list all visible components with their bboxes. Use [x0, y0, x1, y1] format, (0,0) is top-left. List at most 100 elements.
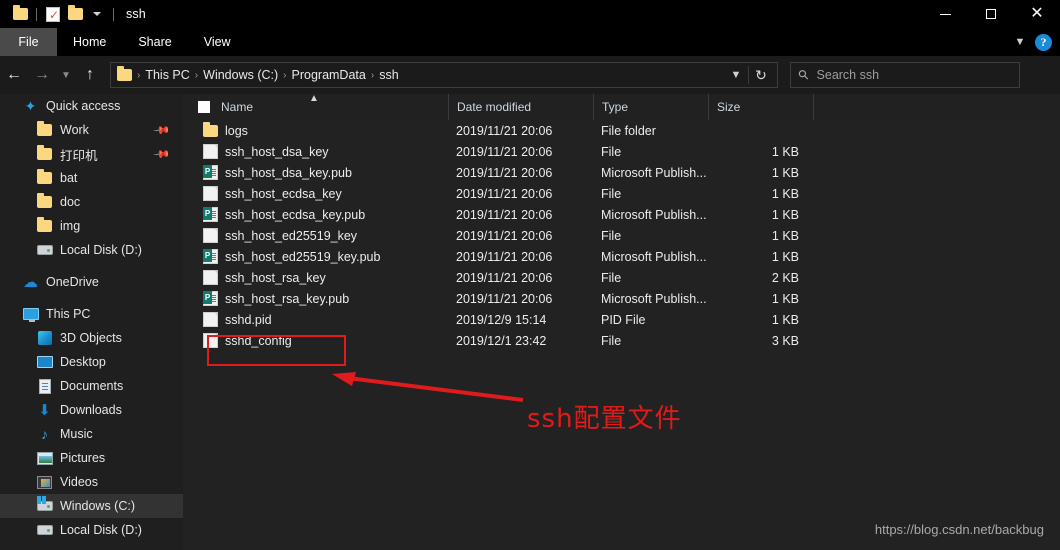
- file-name-cell[interactable]: logs: [183, 121, 448, 138]
- sidebar-item-label: bat: [60, 171, 78, 185]
- breadcrumb-windows-c[interactable]: Windows (C:): [199, 68, 282, 82]
- forward-arrow-icon[interactable]: →: [28, 60, 56, 90]
- file-size-label: 1 KB: [771, 165, 799, 180]
- file-size-label: 3 KB: [771, 333, 799, 348]
- file-name-cell[interactable]: ssh_host_ed25519_key: [183, 228, 448, 243]
- new-folder-icon[interactable]: [64, 3, 86, 25]
- videos-icon: [36, 474, 53, 491]
- table-row[interactable]: ssh_host_dsa_key 2019/11/21 20:06 File 1…: [183, 141, 1060, 162]
- table-row[interactable]: sshd.pid 2019/12/9 15:14 PID File 1 KB: [183, 309, 1060, 330]
- sidebar-item-quick-access[interactable]: ✦ Quick access: [0, 94, 183, 118]
- recent-locations-caret-icon[interactable]: ▼: [56, 60, 76, 90]
- publisher-file-icon: [203, 165, 218, 180]
- file-name-cell[interactable]: ssh_host_ecdsa_key.pub: [183, 207, 448, 222]
- table-row[interactable]: logs 2019/11/21 20:06 File folder: [183, 120, 1060, 141]
- address-dropdown-icon[interactable]: ▼: [725, 63, 747, 87]
- pin-icon[interactable]: 📌: [153, 121, 172, 139]
- tab-view[interactable]: View: [188, 28, 247, 56]
- sidebar-item-pictures[interactable]: Pictures: [0, 446, 183, 470]
- 3d-objects-icon: [36, 330, 53, 347]
- close-button[interactable]: ✕: [1014, 0, 1060, 28]
- file-name-cell[interactable]: ssh_host_ed25519_key.pub: [183, 249, 448, 264]
- documents-icon: [36, 378, 53, 395]
- sidebar-item-label: OneDrive: [46, 275, 99, 289]
- search-box[interactable]: ⚲ Search ssh: [790, 62, 1020, 88]
- address-bar[interactable]: › This PC › Windows (C:) › ProgramData ›…: [110, 62, 778, 88]
- column-header-name[interactable]: Name: [183, 94, 448, 120]
- file-name-cell[interactable]: sshd.pid: [183, 312, 448, 327]
- sidebar-item-this-pc[interactable]: This PC: [0, 302, 183, 326]
- file-name-cell[interactable]: ssh_host_dsa_key: [183, 144, 448, 159]
- file-name-cell[interactable]: ssh_host_rsa_key: [183, 270, 448, 285]
- sidebar-item-bat[interactable]: bat: [0, 166, 183, 190]
- tab-file[interactable]: File: [0, 28, 57, 56]
- sidebar-item-label: 打印机: [60, 148, 98, 163]
- file-size-label: 1 KB: [771, 228, 799, 243]
- column-header-size[interactable]: Size: [708, 94, 813, 120]
- file-name-cell[interactable]: sshd_config: [183, 333, 448, 348]
- table-row[interactable]: ssh_host_ed25519_key.pub 2019/11/21 20:0…: [183, 246, 1060, 267]
- sidebar-item-local-disk-d[interactable]: Local Disk (D:): [0, 518, 183, 542]
- up-arrow-icon[interactable]: ↑: [76, 60, 104, 90]
- back-arrow-icon[interactable]: ←: [0, 60, 28, 90]
- column-header-type[interactable]: Type: [593, 94, 708, 120]
- folder-icon[interactable]: [9, 3, 31, 25]
- sidebar-item-img[interactable]: img: [0, 214, 183, 238]
- sidebar-item-label: Quick access: [46, 99, 121, 113]
- file-name-cell[interactable]: ssh_host_dsa_key.pub: [183, 165, 448, 180]
- breadcrumb-programdata[interactable]: ProgramData: [288, 68, 370, 82]
- table-row-sshd-config[interactable]: sshd_config 2019/12/1 23:42 File 3 KB: [183, 330, 1060, 351]
- table-row[interactable]: ssh_host_ecdsa_key.pub 2019/11/21 20:06 …: [183, 204, 1060, 225]
- tab-home[interactable]: Home: [57, 28, 122, 56]
- sidebar-item-printer[interactable]: 打印机 📌: [0, 142, 183, 166]
- sidebar-item-label: Videos: [60, 475, 98, 489]
- file-name-label: ssh_host_ecdsa_key: [225, 186, 342, 201]
- column-header-date-modified[interactable]: Date modified: [448, 94, 593, 120]
- sidebar-item-onedrive[interactable]: ☁ OneDrive: [0, 270, 183, 294]
- breadcrumb: › This PC › Windows (C:) › ProgramData ›…: [136, 68, 403, 82]
- breadcrumb-ssh[interactable]: ssh: [375, 68, 402, 82]
- file-type-cell: Microsoft Publish...: [601, 207, 707, 222]
- sidebar-item-3d-objects[interactable]: 3D Objects: [0, 326, 183, 350]
- file-name-cell[interactable]: ssh_host_ecdsa_key: [183, 186, 448, 201]
- file-explorer-window: ✓ ssh ✕ File Home Share View ▼ ? ← → ▼ ↑…: [0, 0, 1060, 550]
- sidebar-item-local-disk-d-quick[interactable]: Local Disk (D:): [0, 238, 183, 262]
- star-icon: ✦: [24, 97, 37, 114]
- sidebar-item-videos[interactable]: Videos: [0, 470, 183, 494]
- sidebar-item-desktop[interactable]: Desktop: [0, 350, 183, 374]
- breadcrumb-this-pc[interactable]: This PC: [141, 68, 193, 82]
- table-row[interactable]: ssh_host_ecdsa_key 2019/11/21 20:06 File…: [183, 183, 1060, 204]
- column-header-filler: [813, 94, 1060, 120]
- table-row[interactable]: ssh_host_ed25519_key 2019/11/21 20:06 Fi…: [183, 225, 1060, 246]
- pin-icon[interactable]: 📌: [153, 145, 172, 163]
- computer-icon: [22, 306, 39, 323]
- search-input[interactable]: Search ssh: [817, 68, 880, 82]
- tab-share[interactable]: Share: [122, 28, 187, 56]
- customize-qat-caret-icon[interactable]: [86, 3, 108, 25]
- maximize-button[interactable]: [968, 0, 1014, 28]
- file-type-cell: Microsoft Publish...: [601, 165, 707, 180]
- sidebar-item-label: Documents: [60, 379, 124, 393]
- help-icon[interactable]: ?: [1035, 33, 1052, 51]
- file-size-label: 1 KB: [771, 249, 799, 264]
- file-name-cell[interactable]: ssh_host_rsa_key.pub: [183, 291, 448, 306]
- table-row[interactable]: ssh_host_rsa_key.pub 2019/11/21 20:06 Mi…: [183, 288, 1060, 309]
- publisher-file-icon: [203, 291, 218, 306]
- sidebar-item-label: Music: [60, 427, 93, 441]
- folder-icon: [36, 121, 53, 139]
- minimize-button[interactable]: [922, 0, 968, 28]
- table-row[interactable]: ssh_host_dsa_key.pub 2019/11/21 20:06 Mi…: [183, 162, 1060, 183]
- sidebar-item-music[interactable]: ♪ Music: [0, 422, 183, 446]
- sidebar-item-work[interactable]: Work 📌: [0, 118, 183, 142]
- chevron-down-icon[interactable]: ▼: [1007, 28, 1033, 56]
- sidebar-item-downloads[interactable]: ⬇ Downloads: [0, 398, 183, 422]
- sidebar-item-documents[interactable]: Documents: [0, 374, 183, 398]
- refresh-icon[interactable]: ↻: [749, 63, 773, 87]
- sidebar-item-doc[interactable]: doc: [0, 190, 183, 214]
- sidebar-item-label: Local Disk (D:): [60, 523, 142, 537]
- sidebar-item-windows-c[interactable]: Windows (C:): [0, 494, 183, 518]
- table-row[interactable]: ssh_host_rsa_key 2019/11/21 20:06 File 2…: [183, 267, 1060, 288]
- file-list-pane: ▲ Name Date modified Type Size logs 2019…: [183, 93, 1060, 550]
- address-bar-row: ← → ▼ ↑ › This PC › Windows (C:) › Progr…: [0, 56, 1060, 94]
- properties-icon[interactable]: ✓: [42, 3, 64, 25]
